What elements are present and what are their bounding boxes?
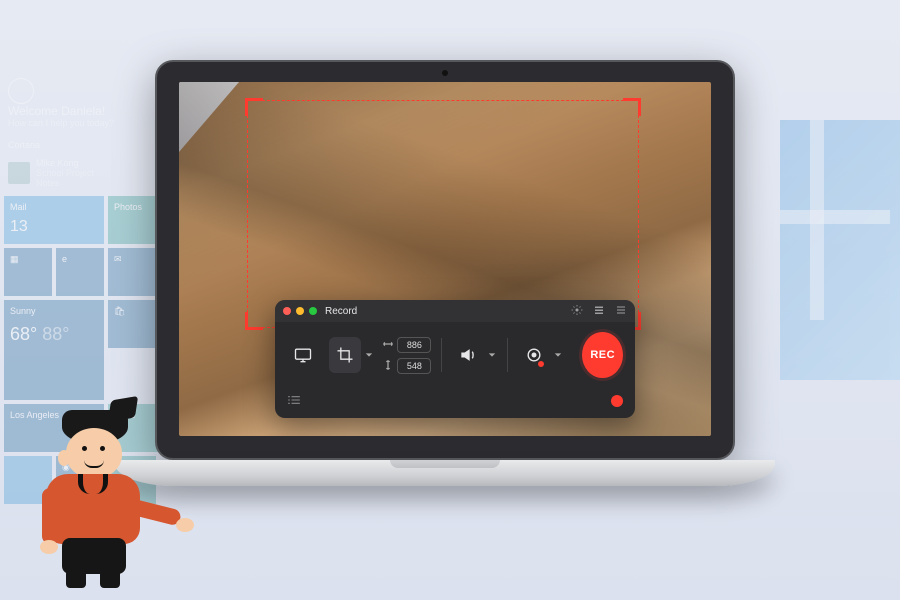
capture-width-input[interactable]: 886 xyxy=(397,337,431,353)
expand-tray-button[interactable] xyxy=(287,392,301,410)
user-sub2: Notes xyxy=(36,178,94,188)
capture-dimensions: 886 548 xyxy=(383,336,431,375)
record-button-label: REC xyxy=(590,349,615,361)
minimize-icon[interactable] xyxy=(296,307,304,315)
laptop-camera xyxy=(442,70,448,76)
user-name: Mike Kong xyxy=(36,158,94,168)
capture-handle-tr[interactable] xyxy=(623,98,641,116)
menu-icon[interactable] xyxy=(615,304,627,319)
user-sub1: School Project xyxy=(36,168,94,178)
zoom-icon[interactable] xyxy=(309,307,317,315)
recording-indicator-icon xyxy=(538,361,544,367)
divider xyxy=(507,338,508,372)
tile-store-icon: 🛍 xyxy=(108,300,156,348)
tile-mail: Mail 13 xyxy=(4,196,104,244)
webcam-toggle-button[interactable] xyxy=(518,337,550,373)
background-windows-logo xyxy=(780,120,900,380)
close-icon[interactable] xyxy=(283,307,291,315)
audio-toggle-button[interactable] xyxy=(452,337,484,373)
record-titlebar[interactable]: Record xyxy=(275,300,635,322)
status-dot-icon xyxy=(611,395,623,407)
capture-region-overlay[interactable] xyxy=(247,100,639,328)
source-fullscreen-button[interactable] xyxy=(287,337,319,373)
mascot-illustration xyxy=(18,392,168,592)
capture-handle-tl[interactable] xyxy=(245,98,263,116)
divider xyxy=(441,338,442,372)
panel-title-text: Record xyxy=(325,306,357,317)
source-region-button[interactable] xyxy=(329,337,361,373)
settings-icon[interactable] xyxy=(571,304,583,319)
laptop-bezel: Record xyxy=(155,60,735,460)
record-panel: Record xyxy=(275,300,635,418)
laptop-mockup: Record xyxy=(155,60,735,486)
cortana-circle-icon xyxy=(8,78,34,104)
height-icon xyxy=(383,357,393,375)
webcam-dropdown[interactable] xyxy=(554,337,563,373)
capture-handle-bl[interactable] xyxy=(245,312,263,330)
record-button[interactable]: REC xyxy=(582,332,623,378)
tile-weather: Sunny 68° 88° xyxy=(4,300,104,400)
tile-mail2: ✉ xyxy=(108,248,156,296)
presets-icon[interactable] xyxy=(593,304,605,319)
avatar xyxy=(8,162,30,184)
width-icon xyxy=(383,336,393,354)
audio-dropdown[interactable] xyxy=(488,337,497,373)
capture-height-input[interactable]: 548 xyxy=(397,358,431,374)
tile-calendar: ▦ xyxy=(4,248,52,296)
desktop-wallpaper: Record xyxy=(179,82,711,436)
laptop-base xyxy=(115,460,775,486)
tile-edge: e xyxy=(56,248,104,296)
source-region-dropdown[interactable] xyxy=(365,337,374,373)
window-controls xyxy=(283,307,317,315)
